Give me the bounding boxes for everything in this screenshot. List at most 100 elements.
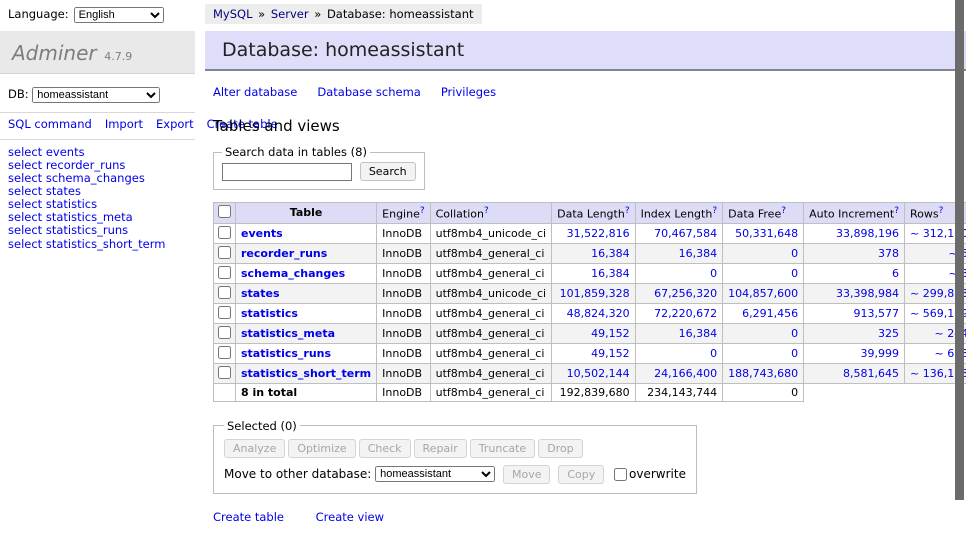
sidebar-select-link[interactable]: select events <box>8 145 85 159</box>
data-free-link[interactable]: 50,331,648 <box>735 227 798 240</box>
index-length-link[interactable]: 67,256,320 <box>654 287 717 300</box>
data-length-link[interactable]: 16,384 <box>591 247 630 260</box>
total-data-length-cell: 192,839,680 <box>552 383 635 401</box>
engine-cell: InnoDB <box>377 243 430 263</box>
data-free-link[interactable]: 0 <box>791 347 798 360</box>
db-nav-privileges[interactable]: Privileges <box>441 85 496 99</box>
data-length-link[interactable]: 16,384 <box>591 267 630 280</box>
data-length-link[interactable]: 31,522,816 <box>567 227 630 240</box>
check-button[interactable]: Check <box>359 439 411 458</box>
data-free-link[interactable]: 188,743,680 <box>728 367 798 380</box>
data-length-cell: 16,384 <box>552 243 635 263</box>
move-db-select[interactable]: homeassistant <box>375 466 495 482</box>
help-icon[interactable]: ? <box>781 206 786 216</box>
index-length-link[interactable]: 70,467,584 <box>654 227 717 240</box>
data-free-link[interactable]: 0 <box>791 247 798 260</box>
breadcrumb-server-link[interactable]: Server <box>271 7 309 21</box>
index-length-link[interactable]: 0 <box>710 267 717 280</box>
breadcrumb-mysql-link[interactable]: MySQL <box>213 7 253 21</box>
sidebar-select-link[interactable]: select statistics_meta <box>8 210 133 224</box>
optimize-button[interactable]: Optimize <box>288 439 355 458</box>
index-length-link[interactable]: 16,384 <box>679 327 718 340</box>
table-name-cell: recorder_runs <box>236 243 377 263</box>
index-length-cell: 24,166,400 <box>635 363 723 383</box>
search-button[interactable]: Search <box>360 162 416 181</box>
scrollbar[interactable] <box>955 0 964 543</box>
select-all-checkbox[interactable] <box>218 205 231 218</box>
table-name-link[interactable]: schema_changes <box>241 267 345 280</box>
auto-increment-link[interactable]: 33,398,984 <box>836 287 899 300</box>
index-length-link[interactable]: 0 <box>710 347 717 360</box>
selected-legend: Selected (0) <box>224 419 300 433</box>
truncate-button[interactable]: Truncate <box>470 439 535 458</box>
data-free-cell: 0 <box>723 263 804 283</box>
sidebar-action-export[interactable]: Export <box>156 117 194 131</box>
drop-button[interactable]: Drop <box>538 439 582 458</box>
help-icon[interactable]: ? <box>939 206 944 216</box>
sidebar-select-link[interactable]: select statistics_runs <box>8 223 128 237</box>
overwrite-checkbox[interactable] <box>614 468 627 481</box>
table-name-link[interactable]: states <box>241 287 280 300</box>
sidebar-select-link[interactable]: select statistics_short_term <box>8 237 165 251</box>
table-name-link[interactable]: events <box>241 227 283 240</box>
sidebar-select-link[interactable]: select statistics <box>8 197 97 211</box>
sidebar-select-link[interactable]: select recorder_runs <box>8 158 125 172</box>
data-length-link[interactable]: 101,859,328 <box>560 287 630 300</box>
db-nav-alter-database[interactable]: Alter database <box>213 85 297 99</box>
help-icon[interactable]: ? <box>420 206 425 216</box>
row-checkbox[interactable] <box>218 346 231 359</box>
data-free-link[interactable]: 0 <box>791 267 798 280</box>
search-input[interactable] <box>222 163 352 181</box>
row-checkbox[interactable] <box>218 226 231 239</box>
sidebar-select-link[interactable]: select schema_changes <box>8 171 145 185</box>
language-select[interactable]: English <box>74 7 164 23</box>
row-checkbox[interactable] <box>218 246 231 259</box>
auto-increment-link[interactable]: 8,581,645 <box>843 367 899 380</box>
db-nav-database-schema[interactable]: Database schema <box>317 85 420 99</box>
table-name-link[interactable]: statistics_runs <box>241 347 331 360</box>
scrollbar-thumb[interactable] <box>955 0 964 500</box>
sidebar-action-sql-command[interactable]: SQL command <box>8 117 92 131</box>
auto-increment-link[interactable]: 6 <box>892 267 899 280</box>
index-length-cell: 70,467,584 <box>635 223 723 243</box>
auto-increment-link[interactable]: 378 <box>878 247 899 260</box>
auto-increment-link[interactable]: 325 <box>878 327 899 340</box>
data-length-link[interactable]: 48,824,320 <box>567 307 630 320</box>
row-checkbox[interactable] <box>218 286 231 299</box>
table-name-link[interactable]: statistics_meta <box>241 327 335 340</box>
auto-increment-link[interactable]: 913,577 <box>854 307 900 320</box>
create-table-link[interactable]: Create table <box>213 510 284 524</box>
help-icon[interactable]: ? <box>894 206 899 216</box>
table-name-link[interactable]: recorder_runs <box>241 247 327 260</box>
app-name[interactable]: Adminer <box>12 41 97 65</box>
help-icon[interactable]: ? <box>712 206 717 216</box>
row-checkbox[interactable] <box>218 326 231 339</box>
index-length-link[interactable]: 72,220,672 <box>654 307 717 320</box>
data-length-link[interactable]: 49,152 <box>591 347 630 360</box>
help-icon[interactable]: ? <box>625 206 630 216</box>
table-name-link[interactable]: statistics_short_term <box>241 367 371 380</box>
row-checkbox[interactable] <box>218 306 231 319</box>
data-free-cell: 0 <box>723 243 804 263</box>
analyze-button[interactable]: Analyze <box>224 439 285 458</box>
repair-button[interactable]: Repair <box>414 439 467 458</box>
data-length-link[interactable]: 10,502,144 <box>567 367 630 380</box>
data-free-link[interactable]: 6,291,456 <box>742 307 798 320</box>
sidebar-action-import[interactable]: Import <box>105 117 143 131</box>
data-free-link[interactable]: 0 <box>791 327 798 340</box>
index-length-link[interactable]: 16,384 <box>679 247 718 260</box>
auto-increment-link[interactable]: 33,898,196 <box>836 227 899 240</box>
sidebar-select-link[interactable]: select states <box>8 184 81 198</box>
table-name-link[interactable]: statistics <box>241 307 298 320</box>
copy-button[interactable]: Copy <box>558 465 604 484</box>
data-free-link[interactable]: 104,857,600 <box>728 287 798 300</box>
create-view-link[interactable]: Create view <box>316 510 384 524</box>
db-select[interactable]: homeassistant <box>32 87 160 103</box>
data-length-link[interactable]: 49,152 <box>591 327 630 340</box>
index-length-link[interactable]: 24,166,400 <box>654 367 717 380</box>
auto-increment-link[interactable]: 39,999 <box>861 347 900 360</box>
row-checkbox[interactable] <box>218 366 231 379</box>
help-icon[interactable]: ? <box>484 206 489 216</box>
move-button[interactable]: Move <box>503 465 551 484</box>
row-checkbox[interactable] <box>218 266 231 279</box>
